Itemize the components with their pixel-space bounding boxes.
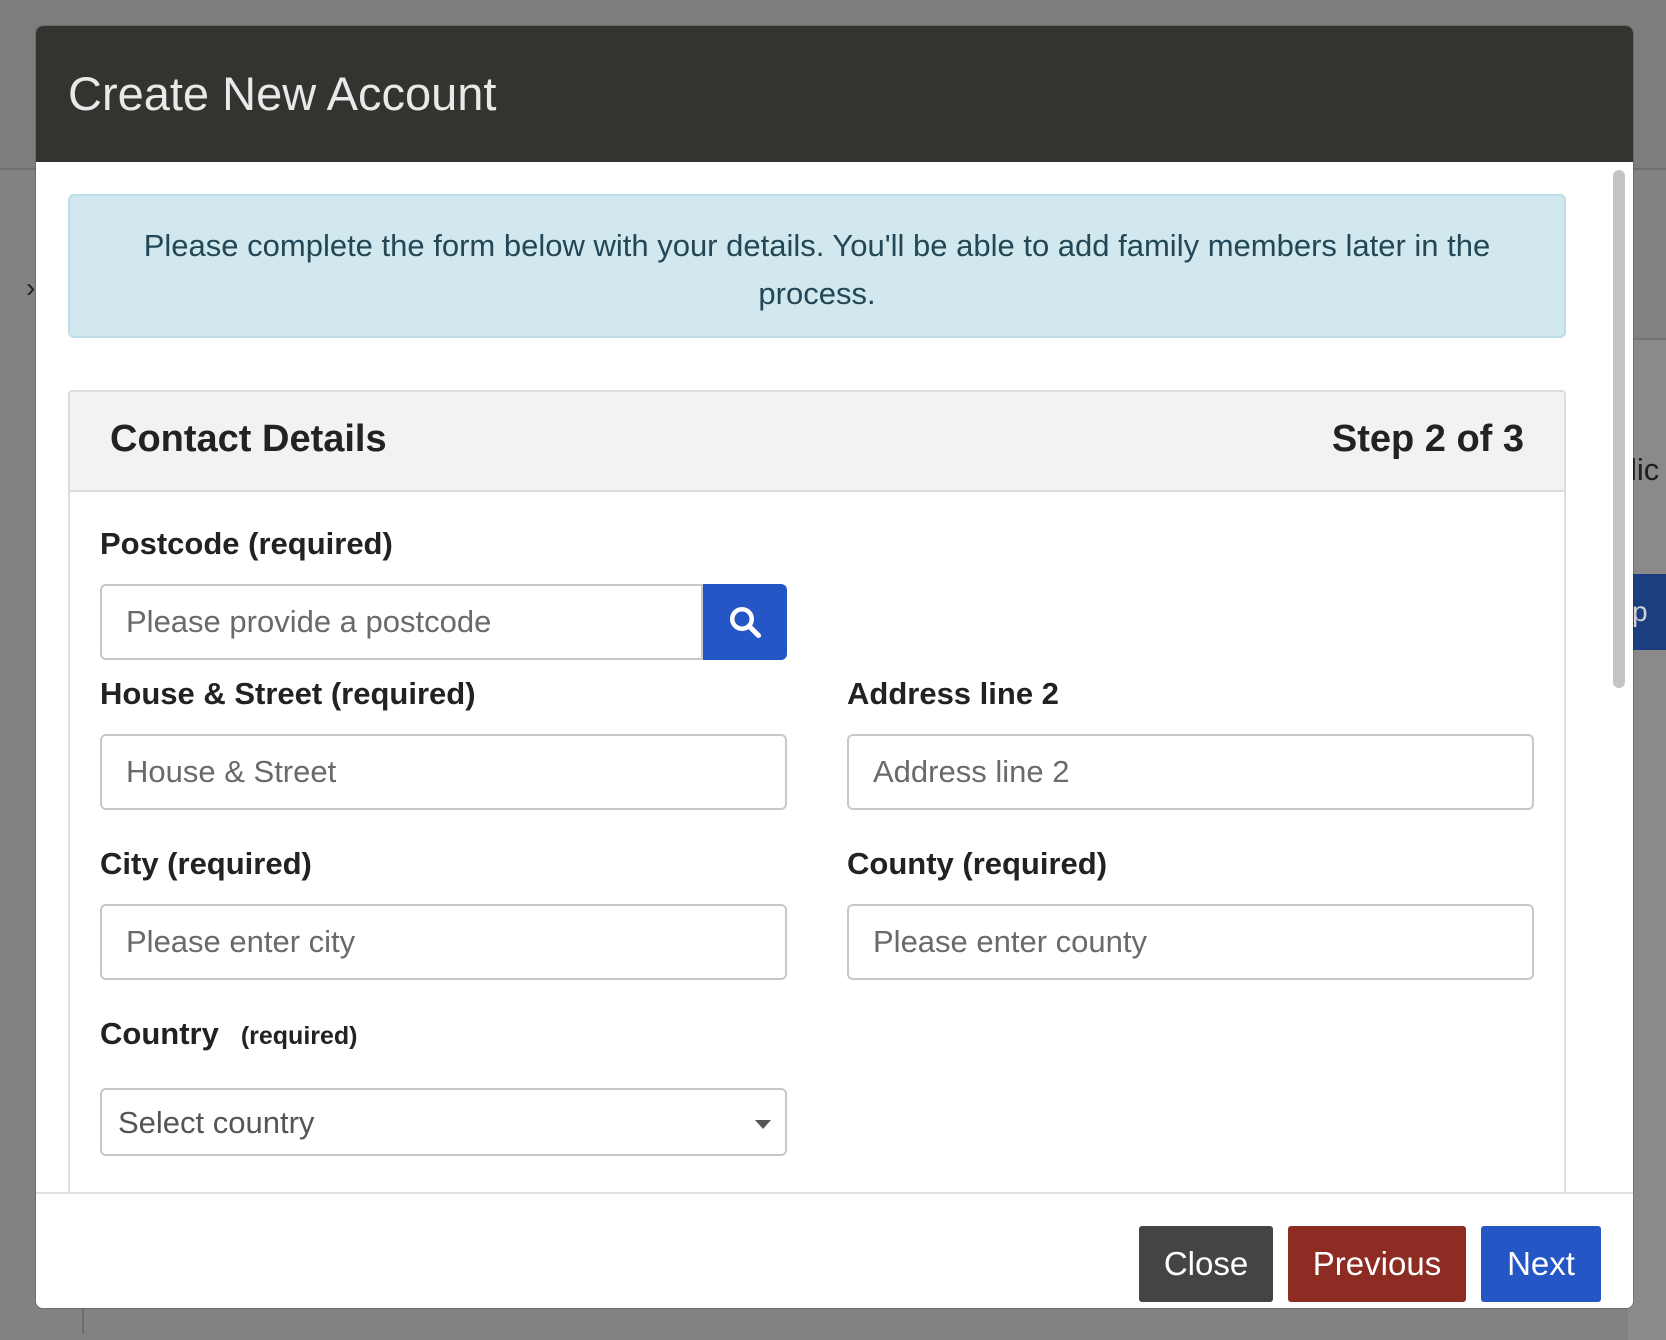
chevron-down-icon — [755, 1120, 771, 1129]
create-account-modal: Create New Account Please complete the f… — [36, 26, 1633, 1308]
country-label-text: Country — [100, 1016, 219, 1051]
card-header: Contact Details Step 2 of 3 — [70, 392, 1564, 492]
city-label: City (required) — [100, 846, 312, 881]
house-street-input[interactable] — [100, 734, 787, 810]
country-select-value: Select country — [118, 1105, 315, 1140]
section-title: Contact Details — [110, 418, 387, 460]
country-label: Country (required) — [100, 1016, 358, 1052]
info-alert: Please complete the form below with your… — [68, 194, 1566, 338]
search-icon — [730, 607, 762, 639]
scrollbar-thumb[interactable] — [1613, 170, 1625, 688]
county-input[interactable] — [847, 904, 1534, 980]
house-street-label: House & Street (required) — [100, 676, 476, 711]
address-line2-input[interactable] — [847, 734, 1534, 810]
country-select[interactable]: Select country — [100, 1088, 787, 1156]
background-button: p — [1630, 574, 1666, 650]
postcode-search-button[interactable] — [703, 584, 787, 660]
country-required-hint: (required) — [240, 1022, 358, 1050]
step-indicator: Step 2 of 3 — [1331, 418, 1524, 460]
previous-button[interactable]: Previous — [1288, 1226, 1466, 1302]
modal-scrollbar[interactable] — [1611, 170, 1627, 1180]
contact-details-card: Contact Details Step 2 of 3 Postcode (re… — [68, 390, 1566, 1192]
next-button[interactable]: Next — [1481, 1226, 1601, 1302]
postcode-label: Postcode (required) — [100, 526, 393, 561]
modal-title: Create New Account — [68, 67, 497, 120]
close-button[interactable]: Close — [1139, 1226, 1273, 1302]
address-line2-label: Address line 2 — [847, 676, 1059, 711]
modal-body: Please complete the form below with your… — [36, 162, 1633, 1192]
background-panel — [1628, 338, 1666, 1340]
county-label: County (required) — [847, 846, 1108, 881]
modal-footer: Close Previous Next — [36, 1192, 1633, 1308]
modal-header: Create New Account — [36, 26, 1633, 162]
postcode-input[interactable] — [100, 584, 703, 660]
background-chevron-icon: › — [26, 272, 36, 303]
city-input[interactable] — [100, 904, 787, 980]
background-text: lic — [1630, 452, 1660, 487]
